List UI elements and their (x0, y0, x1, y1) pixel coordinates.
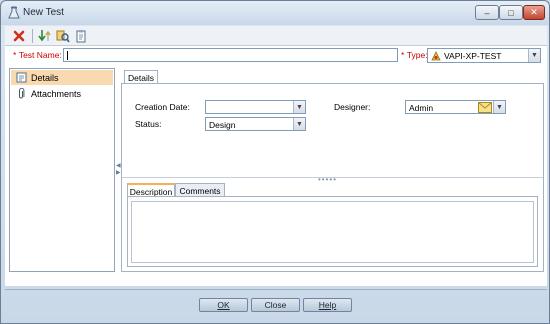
text-cursor (67, 51, 68, 60)
close-window-button[interactable]: ✕ (523, 5, 545, 20)
move-down-button[interactable] (37, 28, 53, 44)
minimize-button[interactable]: – (475, 5, 499, 20)
chevron-down-icon[interactable]: ▼ (528, 49, 540, 62)
find-icon (56, 30, 70, 43)
help-button-label: Help (318, 300, 337, 310)
close-button[interactable]: Close (251, 298, 300, 312)
toolbar (5, 26, 547, 46)
test-name-label-text: Test Name: (18, 50, 62, 60)
toolbar-separator (32, 29, 33, 43)
details-area: Details Creation Date: ▼ Status: Design … (121, 68, 544, 272)
splitter-arrows-icon: ◀ ▶ (116, 163, 121, 176)
sidebar-item-attachments[interactable]: Attachments (11, 86, 113, 101)
window-title: New Test (23, 7, 64, 18)
designer-select[interactable]: Admin ▼ (405, 100, 506, 114)
test-type-icon (431, 51, 441, 61)
required-marker: * (13, 50, 17, 60)
sidebar-item-label: Attachments (31, 88, 82, 99)
clipboard-button[interactable] (73, 28, 89, 44)
clipboard-icon (76, 30, 86, 43)
chevron-down-icon[interactable]: ▼ (493, 101, 505, 113)
test-name-input[interactable] (63, 48, 398, 62)
type-select[interactable]: VAPI-XP-TEST ▼ (427, 48, 541, 63)
find-button[interactable] (55, 28, 71, 44)
required-marker-type: * (401, 50, 405, 60)
chevron-down-icon[interactable]: ▼ (293, 118, 305, 130)
test-name-label: * Test Name: (13, 50, 62, 60)
help-button[interactable]: Help (303, 298, 352, 312)
panel-divider[interactable]: ••••• (122, 175, 543, 184)
title-bar: New Test – □ ✕ (1, 1, 549, 25)
ok-button-label: OK (217, 300, 230, 310)
ok-button[interactable]: OK (199, 298, 248, 312)
designer-value: Admin (409, 103, 434, 113)
new-test-window: New Test – □ ✕ * Test Name: * Type: VAPI… (0, 0, 550, 324)
creation-date-label: Creation Date: (135, 102, 190, 112)
delete-icon (13, 30, 25, 42)
status-label: Status: (135, 119, 162, 129)
tab-description[interactable]: Description (127, 183, 175, 197)
creation-date-field[interactable]: ▼ (205, 100, 306, 114)
flask-icon (8, 6, 20, 19)
delete-button[interactable] (11, 28, 27, 44)
chevron-down-icon[interactable]: ▼ (293, 101, 305, 113)
mail-icon[interactable] (478, 102, 492, 113)
tab-comments[interactable]: Comments (175, 183, 225, 197)
sidebar: Details Attachments (9, 68, 115, 272)
move-down-icon (38, 30, 51, 42)
details-panel: Creation Date: ▼ Status: Design ▼ Design… (121, 83, 544, 272)
description-editor[interactable] (131, 201, 534, 263)
type-label-text: Type: (406, 50, 428, 60)
type-value: VAPI-XP-TEST (444, 51, 502, 61)
dialog-content: * Test Name: * Type: VAPI-XP-TEST ▼ Deta… (5, 46, 547, 286)
status-select[interactable]: Design ▼ (205, 117, 306, 131)
tab-details[interactable]: Details (124, 70, 158, 84)
divider-line (122, 177, 543, 178)
status-value: Design (209, 120, 236, 130)
sidebar-item-details[interactable]: Details (11, 70, 113, 85)
designer-label: Designer: (334, 102, 371, 112)
details-icon (15, 72, 27, 84)
description-panel (127, 196, 538, 267)
footer-divider (5, 289, 547, 290)
maximize-button[interactable]: □ (499, 5, 523, 20)
type-label: * Type: (401, 50, 428, 60)
paperclip-icon (15, 87, 27, 100)
sidebar-item-label: Details (31, 72, 59, 83)
